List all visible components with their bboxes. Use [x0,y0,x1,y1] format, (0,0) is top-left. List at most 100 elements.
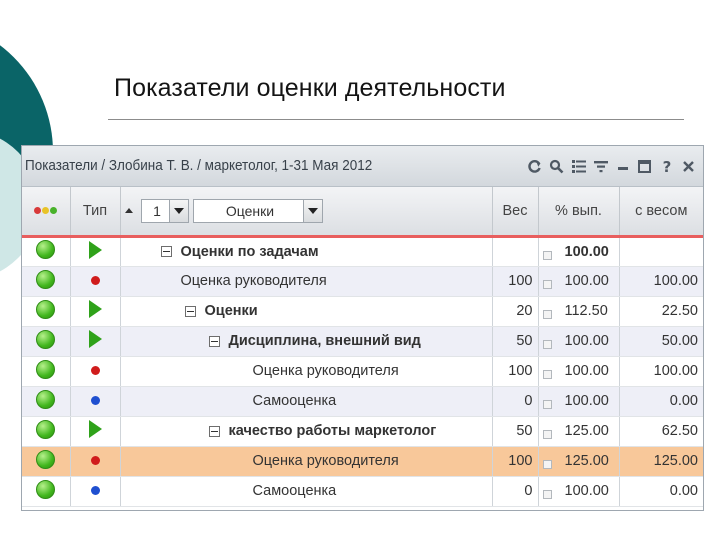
svg-text:?: ? [662,158,671,174]
row-name: Самооценка [252,483,337,499]
pct-cell: 112.50 [538,296,620,327]
weighted-cell: 100.00 [619,356,703,387]
status-column-header[interactable] [22,187,71,238]
note-icon[interactable] [542,340,552,349]
blue-dot-icon [90,486,100,495]
red-dot-icon [90,456,100,465]
pct-cell: 125.00 [538,446,620,477]
pct-cell: 100.00 [538,386,620,417]
blue-dot-icon [90,396,100,405]
weighted-cell: 0.00 [619,386,703,417]
type-cell [70,386,121,417]
note-icon[interactable] [542,400,552,409]
weighted-cell: 100.00 [619,266,703,297]
weight-column-header[interactable]: Вес [492,187,539,238]
table-row[interactable]: Дисциплина, внешний вид 50 100.00 50.00 [22,326,703,357]
status-green-icon [36,269,56,289]
pct-cell: 100.00 [538,266,620,297]
indicators-panel: Показатели / Злобина Т. В. / маркетолог,… [21,145,704,511]
pct-column-header[interactable]: % вып. [538,187,620,238]
restore-icon[interactable] [635,155,654,177]
pct-value: 125.00 [564,423,609,439]
name-cell: Оценка руководителя [120,266,493,297]
weight-cell [492,236,539,267]
name-cell: Оценка руководителя [120,356,493,387]
table-row[interactable]: Самооценка 0 100.00 0.00 [22,386,703,417]
level-select[interactable]: 1 [140,198,189,223]
type-column-header[interactable]: Тип [70,187,121,238]
play-icon [88,330,102,348]
minimize-icon[interactable] [613,155,632,177]
weighted-cell: 22.50 [619,296,703,327]
traffic-light-icon [22,207,70,215]
sort-up-icon[interactable] [124,208,133,214]
table-row[interactable]: Оценка руководителя 100 100.00 100.00 [22,356,703,387]
status-green-icon [36,419,56,439]
pct-value: 100.00 [564,363,609,379]
panel-toolbar: ? [525,155,703,177]
name-cell: Дисциплина, внешний вид [120,326,493,357]
level-select-value: 1 [153,202,161,219]
red-dot-icon [90,366,100,375]
weight-cell: 50 [492,326,539,357]
type-cell [70,476,121,507]
weighted-column-header[interactable]: с весом [619,187,703,238]
close-icon[interactable] [679,155,698,177]
collapse-icon[interactable] [160,246,172,257]
collapse-icon[interactable] [208,425,220,437]
pct-cell: 100.00 [538,326,620,357]
table-row[interactable]: Оценки по задачам 100.00 [22,236,703,267]
panel-header: Показатели / Злобина Т. В. / маркетолог,… [22,146,703,187]
refresh-icon[interactable] [525,155,544,177]
type-cell [70,296,121,327]
note-icon[interactable] [542,370,552,379]
weighted-cell: 0.00 [619,476,703,507]
table-row[interactable]: Оценка руководителя 100 100.00 100.00 [22,266,703,297]
status-green-icon [36,299,56,319]
type-cell [70,326,121,357]
status-cell [22,296,71,327]
table-row[interactable]: Оценки 20 112.50 22.50 [22,296,703,327]
panel-title: Показатели / Злобина Т. В. / маркетолог,… [25,158,373,174]
note-icon[interactable] [542,490,552,499]
status-cell [22,266,71,297]
pct-cell: 100.00 [538,476,620,507]
help-icon[interactable]: ? [657,155,676,177]
table-row[interactable]: Самооценка 0 100.00 0.00 [22,476,703,507]
status-green-icon [36,329,56,349]
pct-value: 100.00 [564,243,609,260]
table-row[interactable]: Оценка руководителя 100 125.00 125.00 [22,446,703,477]
pct-cell: 100.00 [538,356,620,387]
list-icon[interactable] [569,155,588,177]
chevron-down-icon[interactable] [302,199,322,222]
status-cell [22,386,71,417]
weight-cell: 50 [492,416,539,447]
table-row[interactable]: качество работы маркетолог 50 125.00 62.50 [22,416,703,447]
name-cell: качество работы маркетолог [120,416,493,447]
weight-cell: 0 [492,386,539,417]
weighted-cell [619,236,703,267]
weighted-cell: 62.50 [619,416,703,447]
row-name: Оценки [204,303,258,319]
note-icon[interactable] [542,310,552,319]
note-icon[interactable] [542,280,552,289]
status-green-icon [36,479,56,499]
filter-icon[interactable] [591,155,610,177]
collapse-icon[interactable] [208,335,220,347]
note-icon[interactable] [542,430,552,439]
slide-title: Показатели оценки деятельности [114,74,506,102]
weight-cell: 100 [492,266,539,297]
status-cell [22,476,71,507]
chevron-down-icon[interactable] [168,199,188,222]
note-icon[interactable] [542,460,552,469]
name-filter-select[interactable]: Оценки [192,198,323,223]
status-cell [22,446,71,477]
collapse-icon[interactable] [184,305,196,317]
settings-icon[interactable] [547,155,566,177]
note-icon[interactable] [542,250,552,260]
weighted-cell: 50.00 [619,326,703,357]
name-cell: Самооценка [120,476,493,507]
table-body: Оценки по задачам 100.00 Оценка руководите… [22,236,703,507]
pct-value: 100.00 [564,393,609,409]
type-cell [70,266,121,297]
